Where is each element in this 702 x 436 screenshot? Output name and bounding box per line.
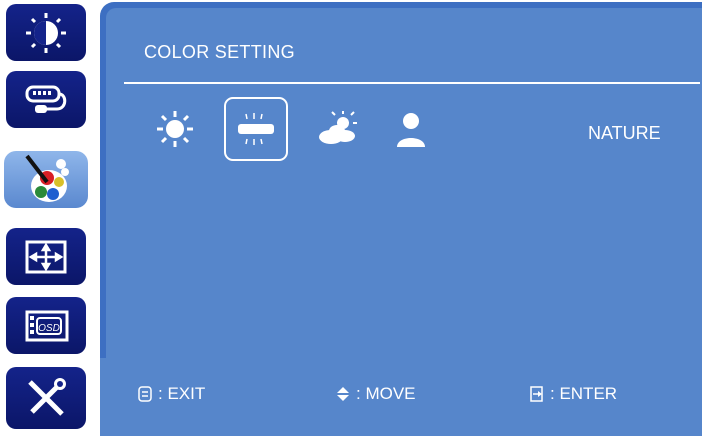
color-palette-icon (25, 154, 69, 202)
mode-cool[interactable] (150, 104, 200, 154)
osd-sidebar: OSD (0, 0, 90, 436)
page-title: COLOR SETTING (144, 42, 295, 62)
svg-text:OSD: OSD (38, 323, 60, 334)
mode-user[interactable] (386, 104, 436, 154)
title-divider (124, 82, 700, 84)
move-hint: : MOVE (336, 384, 416, 404)
footer-hints: : EXIT : MOVE : ENTER (100, 358, 702, 436)
up-down-arrow-icon (336, 386, 350, 402)
fluorescent-lamp-icon (238, 113, 274, 145)
mode-nature[interactable] (224, 97, 288, 161)
sidebar-item-brightness-contrast[interactable] (6, 4, 86, 61)
sidebar-item-osd-setting[interactable]: OSD (6, 297, 86, 354)
sidebar-item-input-source[interactable] (6, 71, 86, 128)
osd-main-panel: COLOR SETTING NATURE: EXIT: MOVE: ENT… (100, 2, 702, 436)
sidebar-item-color-setting[interactable] (4, 151, 88, 208)
sun-cloud-icon (319, 111, 357, 144)
osd-icon: OSD (25, 310, 69, 341)
enter-label: : ENTER (550, 384, 618, 403)
sun-icon (157, 111, 193, 147)
tools-icon (28, 378, 66, 416)
exit-hint: : EXIT (138, 384, 205, 404)
user-icon (397, 113, 425, 147)
panel-body: COLOR SETTING NATURE (106, 8, 702, 388)
current-mode-value: NATURE (588, 123, 661, 143)
sidebar-item-extra-tools[interactable] (6, 367, 86, 429)
brightness-contrast-icon (26, 12, 66, 53)
input-source-icon (25, 85, 67, 113)
menu-button-icon (138, 386, 152, 402)
image-position-icon (25, 240, 67, 273)
move-label: : MOVE (356, 384, 416, 403)
exit-label: : EXIT (158, 384, 206, 403)
enter-icon (530, 386, 544, 402)
enter-hint: : ENTER (530, 384, 617, 404)
mode-warm[interactable] (312, 104, 362, 154)
sidebar-item-image-position[interactable] (6, 228, 86, 285)
